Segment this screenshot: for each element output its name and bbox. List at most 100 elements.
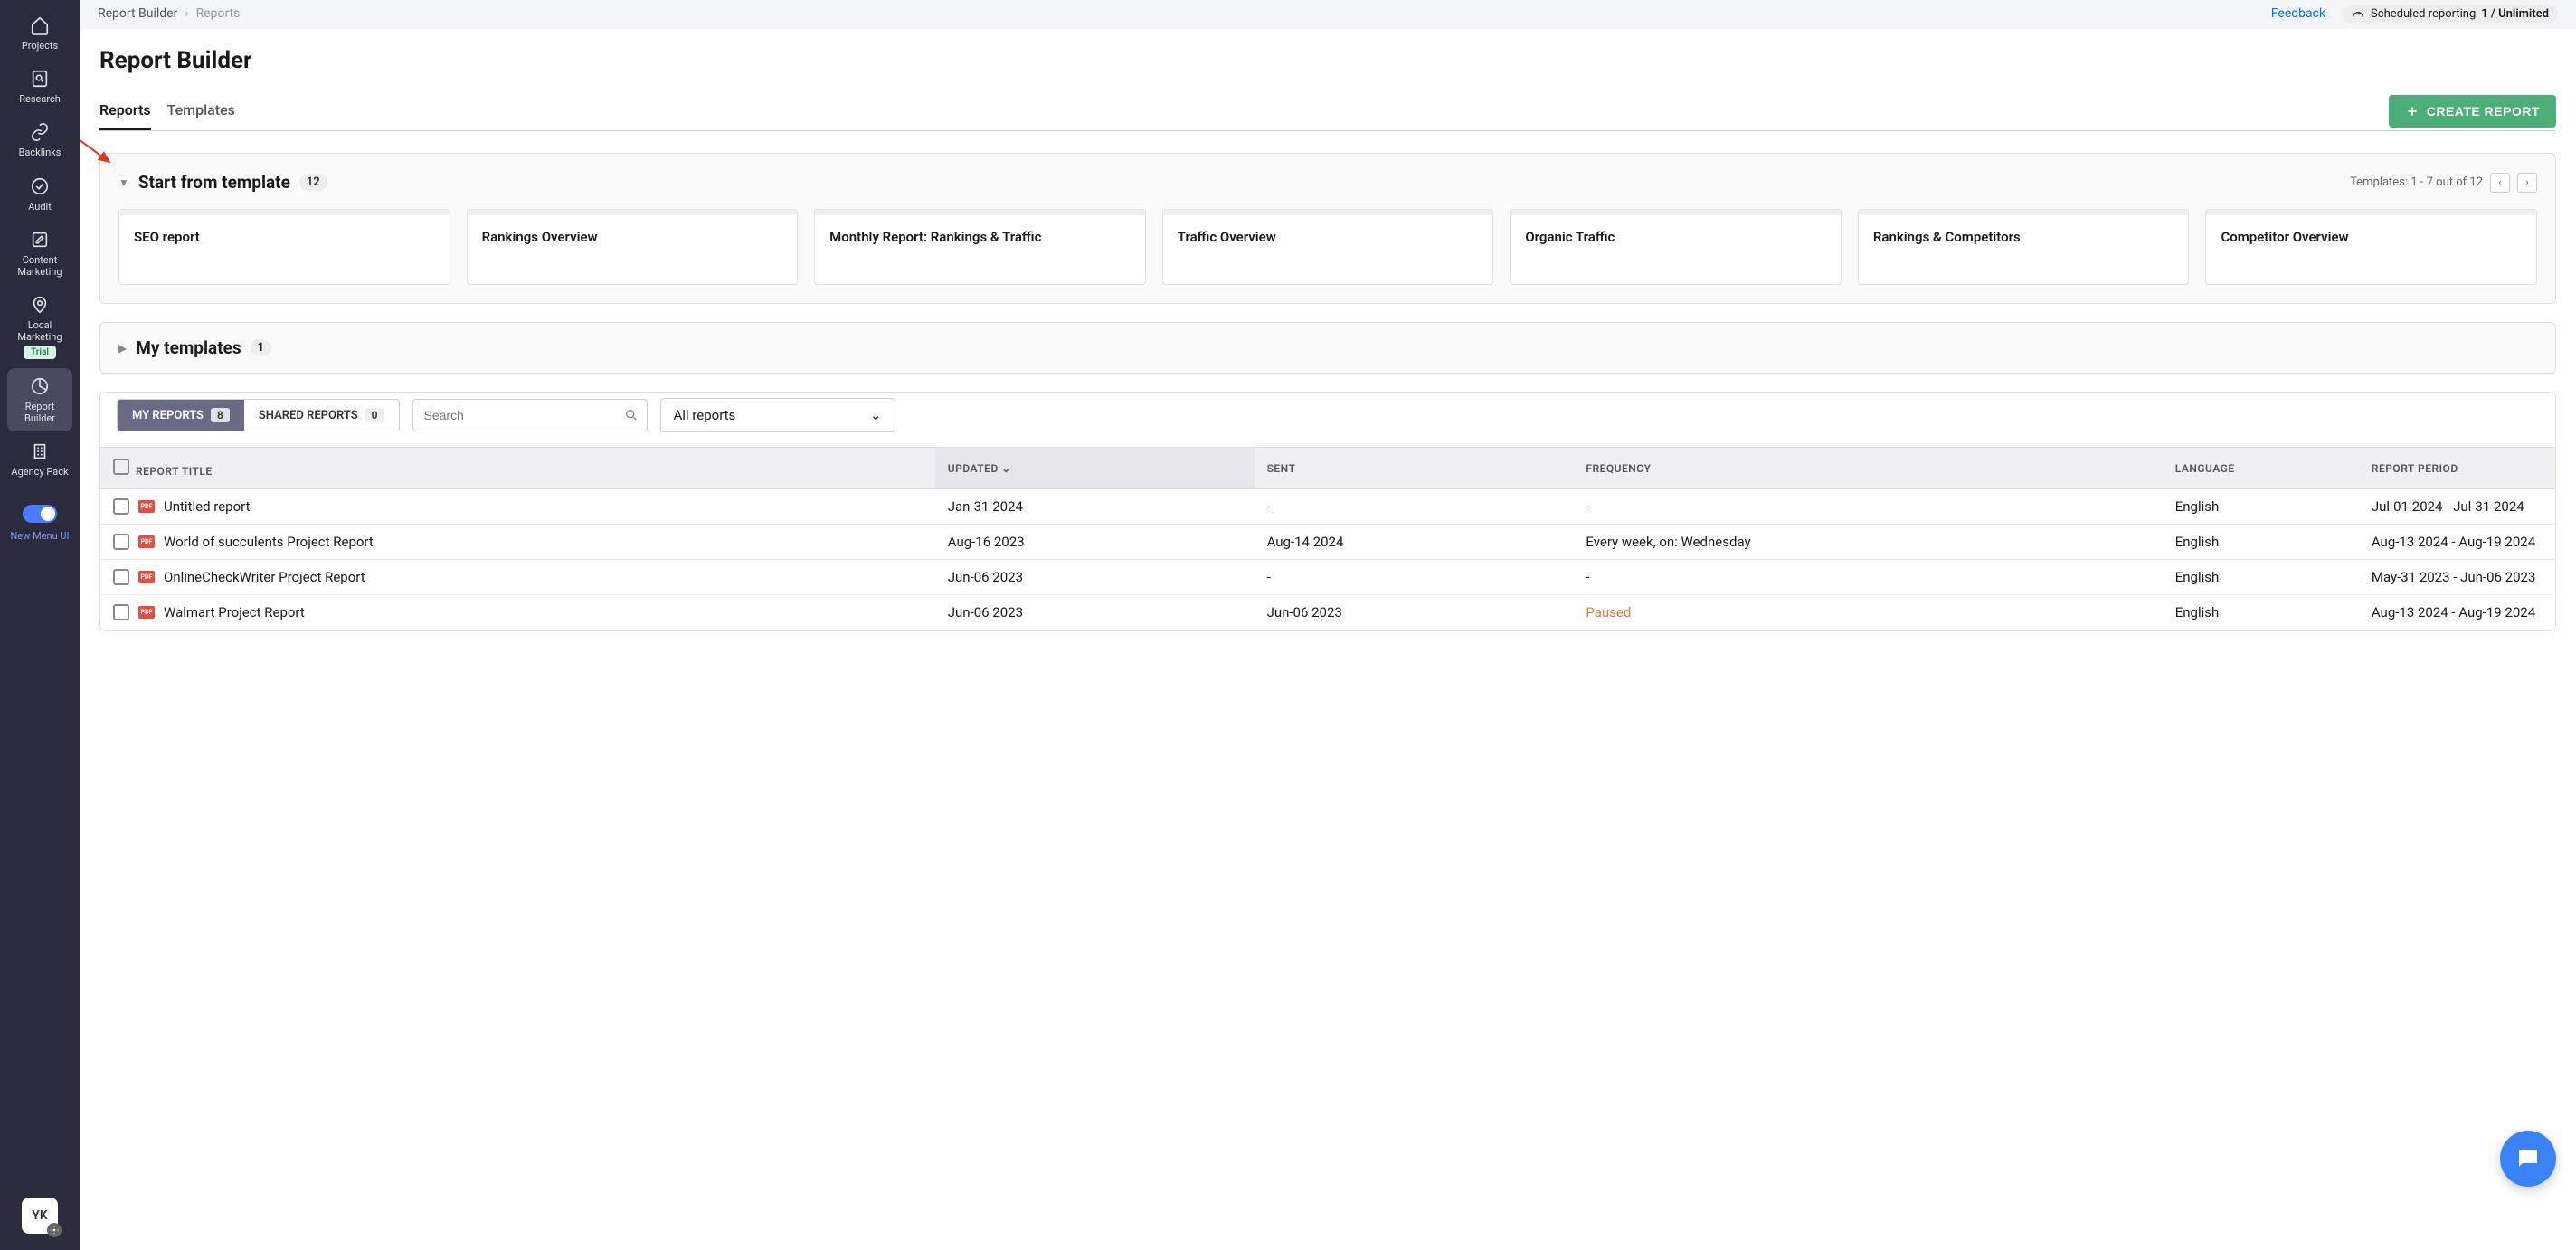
scheduled-count: 1 / Unlimited [2481, 7, 2549, 21]
create-report-button[interactable]: CREATE REPORT [2389, 95, 2556, 128]
sort-desc-icon: ⌄ [1001, 462, 1011, 475]
template-card[interactable]: Organic Traffic [1510, 209, 1842, 285]
feedback-link[interactable]: Feedback [2271, 6, 2325, 21]
section-title: Start from template [138, 172, 290, 193]
nav-label: Report Builder [11, 401, 69, 424]
gear-icon [47, 1223, 62, 1237]
template-card[interactable]: Traffic Overview [1162, 209, 1494, 285]
section-title: My templates [136, 337, 241, 358]
my-reports-label: MY REPORTS [132, 409, 204, 422]
plus-icon [2405, 104, 2420, 118]
cell-frequency: - [1573, 560, 2162, 595]
annotation-arrow-icon [80, 122, 137, 176]
pdf-icon: PDF [138, 606, 155, 619]
cell-period: May-31 2023 - Jun-06 2023 [2359, 560, 2555, 595]
col-period[interactable]: REPORT PERIOD [2359, 448, 2555, 489]
user-avatar[interactable]: YK [22, 1198, 58, 1234]
gauge-icon [2351, 6, 2365, 21]
cell-updated: Jun-06 2023 [935, 595, 1255, 630]
template-card[interactable]: Rankings & Competitors [1858, 209, 2190, 285]
template-name: Organic Traffic [1525, 228, 1826, 246]
cell-period: Aug-13 2024 - Aug-19 2024 [2359, 525, 2555, 560]
tab-templates[interactable]: Templates [167, 92, 235, 130]
search-input[interactable] [412, 399, 648, 431]
report-title: Untitled report [164, 498, 251, 515]
nav-projects[interactable]: Projects [7, 7, 72, 59]
template-card[interactable]: SEO report [118, 209, 450, 285]
check-circle-icon [29, 175, 51, 197]
nav-agency-pack[interactable]: Agency Pack [7, 433, 72, 485]
start-from-template-section: ▼ Start from template 12 Templates: 1 - … [99, 153, 2556, 304]
chevron-down-icon: ⌄ [870, 407, 882, 423]
table-row[interactable]: PDFWalmart Project Report Jun-06 2023 Ju… [100, 595, 2555, 630]
nav-label: Agency Pack [11, 466, 68, 478]
nav-content-marketing[interactable]: Content Marketing [7, 222, 72, 285]
pager-prev-button[interactable]: ‹ [2490, 173, 2510, 193]
cell-sent: Jun-06 2023 [1255, 595, 1574, 630]
template-name: Traffic Overview [1178, 228, 1479, 246]
cell-updated: Aug-16 2023 [935, 525, 1255, 560]
shared-reports-label: SHARED REPORTS [259, 409, 358, 422]
table-row[interactable]: PDFOnlineCheckWriter Project Report Jun-… [100, 560, 2555, 595]
avatar-initials: YK [32, 1208, 47, 1223]
chevron-right-icon: › [185, 6, 188, 21]
nav-report-builder[interactable]: Report Builder [7, 368, 72, 431]
scheduled-reporting-pill[interactable]: Scheduled reporting 1 / Unlimited [2342, 5, 2558, 23]
row-checkbox[interactable] [113, 534, 129, 550]
create-report-label: CREATE REPORT [2427, 104, 2540, 118]
nav-audit[interactable]: Audit [7, 168, 72, 220]
table-row[interactable]: PDFWorld of succulents Project Report Au… [100, 525, 2555, 560]
template-name: Rankings Overview [482, 228, 783, 246]
col-language[interactable]: LANGUAGE [2163, 448, 2359, 489]
nav-research[interactable]: Research [7, 61, 72, 112]
row-checkbox[interactable] [113, 498, 129, 515]
pdf-icon: PDF [138, 571, 155, 583]
search-doc-icon [29, 68, 51, 90]
col-title: REPORT TITLE [136, 465, 213, 478]
cell-sent: - [1255, 489, 1574, 525]
row-checkbox[interactable] [113, 569, 129, 585]
col-sent[interactable]: SENT [1255, 448, 1574, 489]
nav-label: Local Marketing [11, 319, 69, 343]
pager-text: Templates: 1 - 7 out of 12 [2350, 175, 2483, 189]
cell-language: English [2163, 560, 2359, 595]
shared-reports-tab[interactable]: SHARED REPORTS 0 [244, 400, 399, 431]
pin-icon [29, 294, 51, 316]
my-reports-tab[interactable]: MY REPORTS 8 [118, 400, 244, 431]
cell-language: English [2163, 595, 2359, 630]
reports-list-section: MY REPORTS 8 SHARED REPORTS 0 All rep [99, 392, 2556, 631]
cell-updated: Jan-31 2024 [935, 489, 1255, 525]
dropdown-value: All reports [674, 407, 736, 423]
nav-local-marketing[interactable]: Local Marketing Trial [7, 287, 72, 365]
caret-right-icon[interactable]: ▶ [118, 342, 127, 355]
my-reports-count: 8 [211, 408, 230, 422]
nav-label: Backlinks [19, 147, 62, 158]
my-templates-section: ▶ My templates 1 [99, 322, 2556, 374]
menu-ui-toggle[interactable] [23, 505, 57, 523]
col-updated[interactable]: UPDATED [948, 462, 999, 475]
home-icon [29, 14, 51, 36]
select-all-checkbox[interactable] [113, 459, 129, 475]
col-frequency[interactable]: FREQUENCY [1573, 448, 2162, 489]
cell-frequency: Paused [1573, 595, 2162, 630]
table-row[interactable]: PDFUntitled report Jan-31 2024 - - Engli… [100, 489, 2555, 525]
breadcrumb-current: Reports [196, 6, 241, 21]
page-title: Report Builder [99, 47, 2556, 74]
nav-backlinks[interactable]: Backlinks [7, 114, 72, 166]
scheduled-label: Scheduled reporting [2371, 7, 2476, 21]
chat-widget-button[interactable] [2500, 1131, 2556, 1187]
breadcrumb-root[interactable]: Report Builder [98, 6, 177, 21]
template-name: Monthly Report: Rankings & Traffic [829, 228, 1131, 246]
reports-table: REPORT TITLE UPDATED ⌄ SENT FREQUENCY LA… [100, 447, 2555, 630]
template-name: Rankings & Competitors [1873, 228, 2174, 246]
nav-label: Projects [22, 40, 58, 52]
template-card[interactable]: Monthly Report: Rankings & Traffic [814, 209, 1146, 285]
caret-down-icon[interactable]: ▼ [118, 176, 129, 189]
report-scope-segmented: MY REPORTS 8 SHARED REPORTS 0 [117, 399, 400, 431]
edit-icon [29, 229, 51, 251]
report-filter-dropdown[interactable]: All reports ⌄ [660, 398, 895, 432]
template-card[interactable]: Rankings Overview [467, 209, 799, 285]
row-checkbox[interactable] [113, 604, 129, 620]
template-card[interactable]: Competitor Overview [2205, 209, 2537, 285]
pager-next-button[interactable]: › [2517, 173, 2537, 193]
